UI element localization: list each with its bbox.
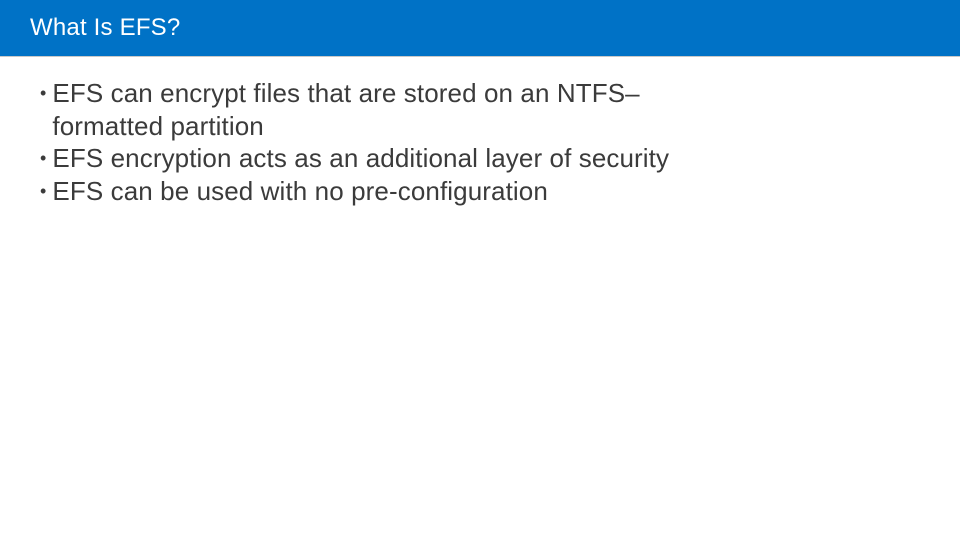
bullet-item: • EFS encryption acts as an additional l… <box>40 142 920 175</box>
slide-body: • EFS can encrypt files that are stored … <box>0 57 960 207</box>
slide: What Is EFS? • EFS can encrypt files tha… <box>0 0 960 540</box>
title-band: What Is EFS? <box>0 0 960 56</box>
bullet-dot-icon: • <box>40 77 46 109</box>
bullet-text: EFS encryption acts as an additional lay… <box>52 142 920 175</box>
slide-title: What Is EFS? <box>30 14 180 42</box>
bullet-text: EFS can be used with no pre-configuratio… <box>52 175 920 208</box>
bullet-text: EFS can encrypt files that are stored on… <box>52 77 652 142</box>
bullet-item: • EFS can be used with no pre-configurat… <box>40 175 920 208</box>
bullet-item: • EFS can encrypt files that are stored … <box>40 77 920 142</box>
bullet-dot-icon: • <box>40 142 46 174</box>
bullet-dot-icon: • <box>40 175 46 207</box>
